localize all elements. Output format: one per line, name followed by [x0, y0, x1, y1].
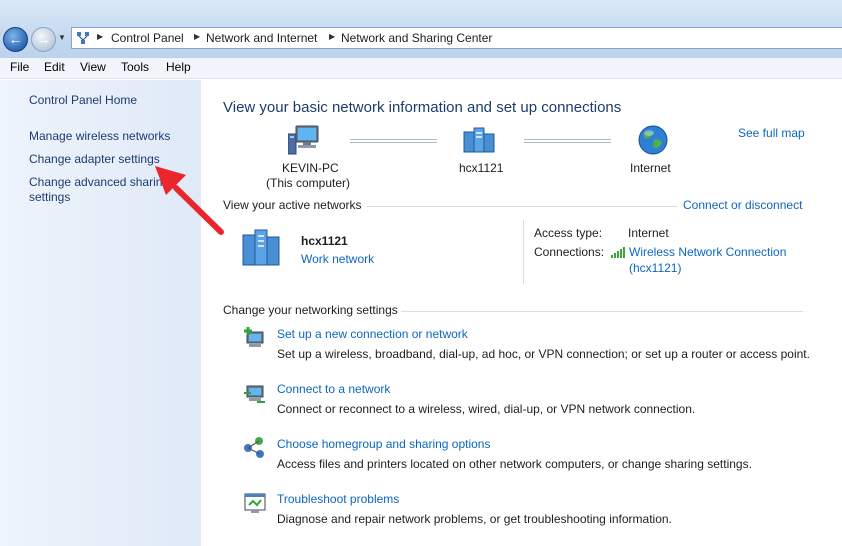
map-connection-line: [350, 139, 437, 143]
forward-button[interactable]: →: [31, 27, 56, 52]
menu-tools[interactable]: Tools: [121, 60, 149, 74]
task-homegroup-link[interactable]: Choose homegroup and sharing options: [277, 437, 490, 451]
task-troubleshoot-link[interactable]: Troubleshoot problems: [277, 492, 399, 506]
breadcrumb-chevron-icon[interactable]: ▶: [329, 32, 335, 41]
breadcrumb-network-internet[interactable]: Network and Internet: [206, 31, 317, 45]
sidebar-item-advanced-sharing-line2[interactable]: settings: [29, 190, 201, 205]
sidebar-item-manage-wireless[interactable]: Manage wireless networks: [29, 129, 201, 144]
menu-bar: File Edit View Tools Help: [0, 58, 842, 79]
network-type-link[interactable]: Work network: [301, 252, 374, 266]
homegroup-icon: [244, 437, 264, 458]
breadcrumb-network-sharing-center[interactable]: Network and Sharing Center: [341, 31, 492, 45]
task-homegroup-desc: Access files and printers located on oth…: [277, 457, 752, 471]
active-network-name: hcx1121: [301, 234, 348, 248]
sidebar: Control Panel Home Manage wireless netwo…: [0, 80, 201, 546]
breadcrumb-chevron-icon[interactable]: ▶: [97, 32, 103, 41]
section-divider: [401, 311, 803, 312]
main-content: View your basic network information and …: [201, 80, 842, 546]
wireless-connection-ssid-link[interactable]: (hcx1121): [629, 261, 681, 275]
map-network-name: hcx1121: [459, 161, 504, 175]
map-computer-sub: (This computer): [266, 176, 351, 190]
breadcrumb-control-panel[interactable]: Control Panel: [111, 31, 184, 45]
sidebar-item-change-adapter[interactable]: Change adapter settings: [29, 152, 201, 167]
sidebar-item-advanced-sharing[interactable]: Change advanced sharing: [29, 175, 201, 190]
connect-disconnect-link[interactable]: Connect or disconnect: [683, 198, 802, 212]
network-center-icon: [77, 32, 89, 44]
back-button[interactable]: ←: [3, 27, 28, 52]
active-networks-heading: View your active networks: [223, 198, 362, 212]
page-title: View your basic network information and …: [223, 99, 622, 116]
wireless-connection-link[interactable]: Wireless Network Connection: [629, 245, 786, 259]
address-bar[interactable]: ▶ Control Panel ▶ Network and Internet ▶…: [71, 27, 842, 49]
menu-edit[interactable]: Edit: [44, 60, 65, 74]
task-troubleshoot-desc: Diagnose and repair network problems, or…: [277, 512, 672, 526]
task-setup-connection-link[interactable]: Set up a new connection or network: [277, 327, 468, 341]
internet-globe-icon: [638, 125, 668, 155]
troubleshoot-icon: [244, 493, 266, 513]
task-connect-network-desc: Connect or reconnect to a wireless, wire…: [277, 402, 696, 416]
map-connection-line: [524, 139, 611, 143]
task-setup-connection-desc: Set up a wireless, broadband, dial-up, a…: [277, 347, 810, 361]
section-divider: [366, 206, 678, 207]
map-computer-name: KEVIN-PC: [282, 161, 339, 175]
see-full-map-link[interactable]: See full map: [738, 126, 805, 140]
menu-help[interactable]: Help: [166, 60, 191, 74]
connections-label: Connections:: [534, 245, 605, 259]
access-type-label: Access type:: [534, 226, 603, 240]
computer-icon: [288, 125, 319, 155]
settings-heading: Change your networking settings: [223, 303, 398, 317]
breadcrumb-chevron-icon[interactable]: ▶: [194, 32, 200, 41]
map-internet-label: Internet: [630, 161, 671, 175]
task-connect-network-link[interactable]: Connect to a network: [277, 382, 390, 396]
work-network-icon: [242, 229, 280, 266]
vertical-divider: [523, 220, 524, 284]
wireless-signal-icon: [611, 247, 625, 258]
new-connection-icon: [244, 327, 264, 347]
access-type-value: Internet: [628, 226, 669, 240]
address-toolbar: ← → ▼ ▶ Control Panel ▶ Network and Inte…: [0, 0, 842, 58]
menu-view[interactable]: View: [80, 60, 106, 74]
connect-network-icon: [244, 385, 265, 403]
recent-pages-dropdown-icon[interactable]: ▼: [58, 33, 66, 42]
network-icon: [463, 127, 495, 153]
menu-file[interactable]: File: [10, 60, 29, 74]
sidebar-control-panel-home[interactable]: Control Panel Home: [29, 93, 201, 108]
